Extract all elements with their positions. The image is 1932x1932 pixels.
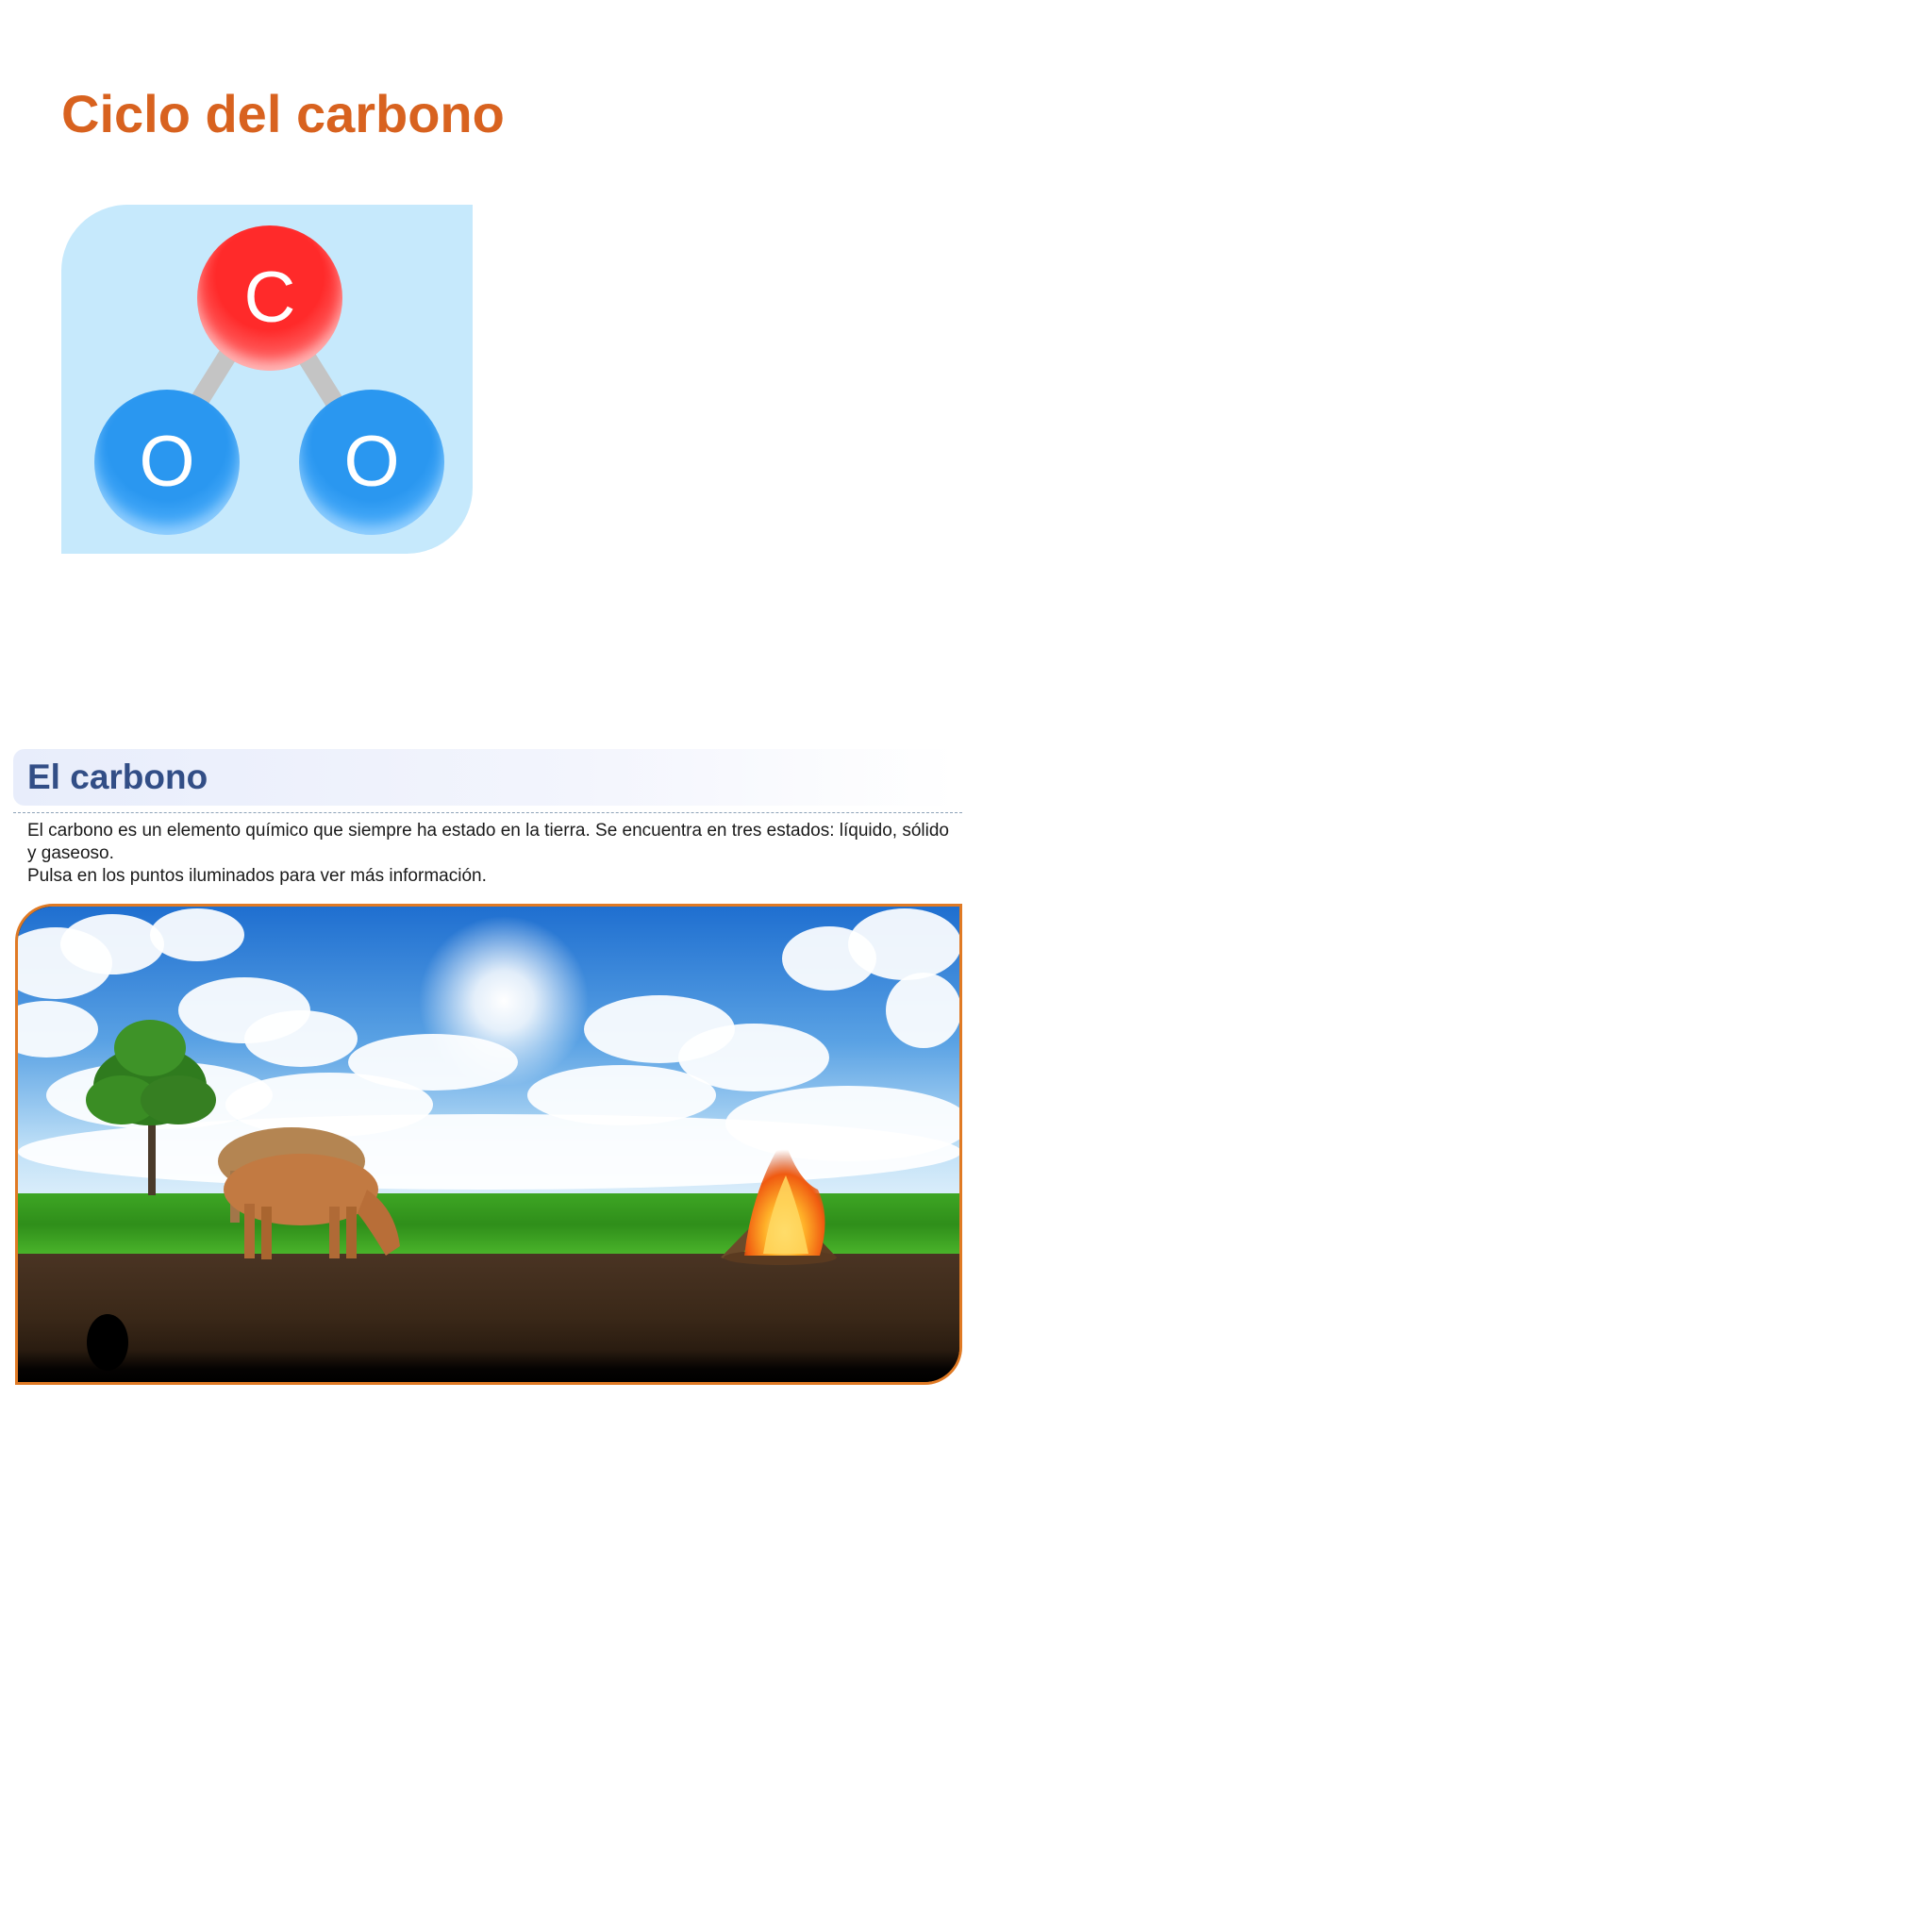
carbon-cycle-scene[interactable] xyxy=(15,904,962,1385)
section-title: El carbono xyxy=(27,758,208,796)
section-header: El carbono xyxy=(13,749,957,806)
section-paragraph: El carbono es un elemento químico que si… xyxy=(27,821,949,863)
oxygen-atom-right: O xyxy=(299,390,444,535)
oxygen-atom-label: O xyxy=(139,422,195,502)
carbon-atom-label: C xyxy=(243,258,296,338)
section-divider xyxy=(13,812,962,813)
section-instruction: Pulsa en los puntos iluminados para ver … xyxy=(27,866,487,886)
section-description: El carbono es un elemento químico que si… xyxy=(27,820,961,888)
oxygen-atom-label: O xyxy=(343,422,400,502)
carbon-atom: C xyxy=(197,225,342,371)
soil xyxy=(18,1254,959,1382)
page-title: Ciclo del carbono xyxy=(61,84,505,143)
co2-molecule-illustration: C O O xyxy=(61,205,473,554)
oxygen-atom-left: O xyxy=(94,390,240,535)
